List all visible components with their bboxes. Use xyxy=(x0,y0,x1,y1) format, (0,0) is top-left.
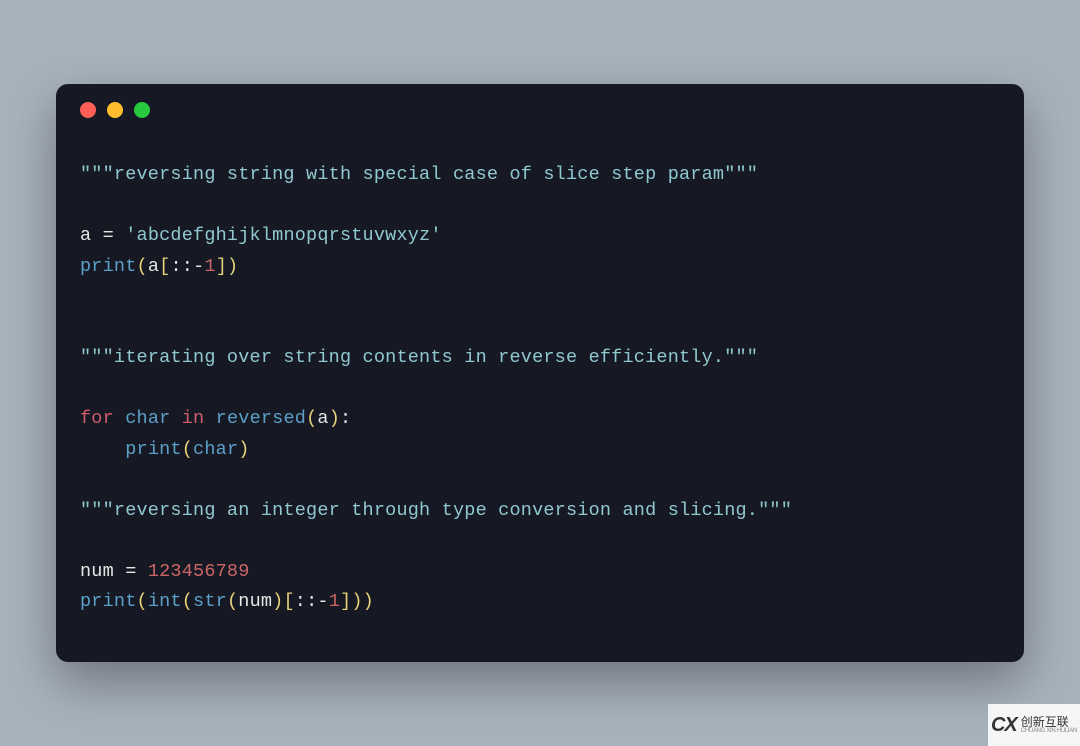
minimize-icon[interactable] xyxy=(107,102,123,118)
kw-for: for xyxy=(80,408,114,429)
var-a: a xyxy=(80,225,91,246)
watermark-en: CHUANG XIN HULIAN xyxy=(1021,728,1077,734)
kw-in: in xyxy=(182,408,205,429)
maximize-icon[interactable] xyxy=(134,102,150,118)
num-literal: 123456789 xyxy=(148,561,250,582)
watermark-cn: 创新互联 xyxy=(1021,716,1077,728)
window-controls xyxy=(56,102,1024,118)
var-num: num xyxy=(80,561,114,582)
docstring-2: """iterating over string contents in rev… xyxy=(80,347,758,368)
fn-int: int xyxy=(148,591,182,612)
code-block: """reversing string with special case of… xyxy=(56,118,1024,642)
string-alphabet: 'abcdefghijklmnopqrstuvwxyz' xyxy=(125,225,441,246)
code-terminal: """reversing string with special case of… xyxy=(56,84,1024,662)
watermark: CX 创新互联 CHUANG XIN HULIAN xyxy=(988,704,1080,746)
fn-str: str xyxy=(193,591,227,612)
docstring-3: """reversing an integer through type con… xyxy=(80,500,792,521)
docstring-1: """reversing string with special case of… xyxy=(80,164,758,185)
fn-reversed: reversed xyxy=(216,408,306,429)
fn-print: print xyxy=(80,256,137,277)
close-icon[interactable] xyxy=(80,102,96,118)
watermark-logo: CX xyxy=(991,714,1017,737)
